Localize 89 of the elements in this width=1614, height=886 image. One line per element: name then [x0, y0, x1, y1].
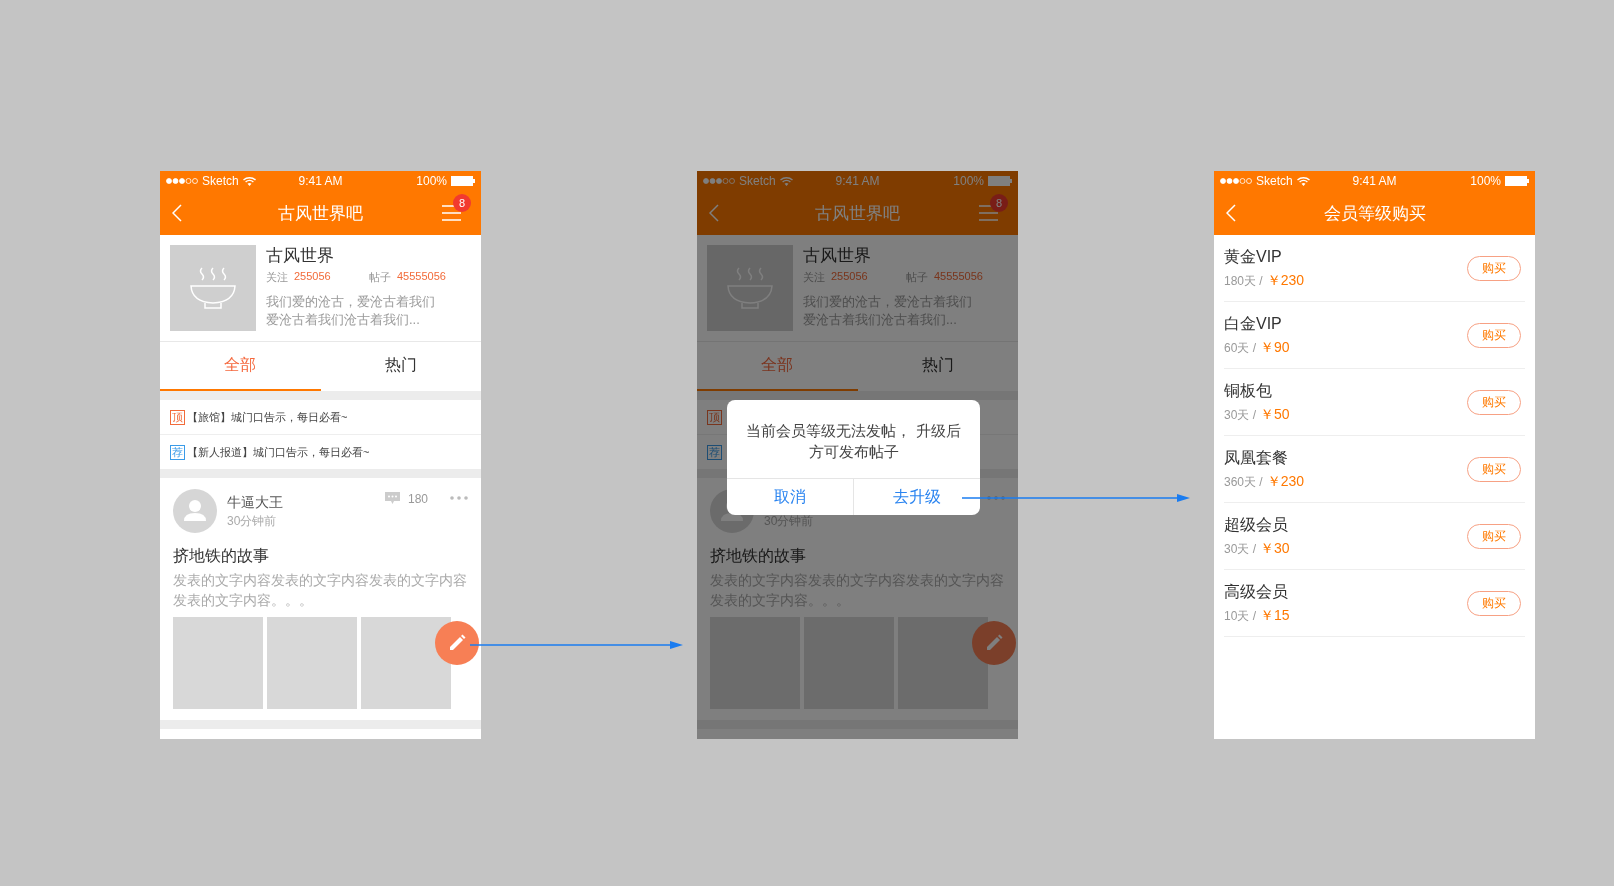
dialog-button[interactable]: 去升级: [853, 479, 980, 515]
battery-icon: [451, 176, 475, 186]
plan-duration: 360天 /: [1224, 473, 1263, 491]
signal-icon: [703, 178, 735, 184]
dialog-message: 当前会员等级无法发帖， 升级后方可发布帖子: [745, 421, 962, 462]
notice-tag: 荐: [707, 444, 722, 460]
plan-duration: 180天 /: [1224, 272, 1263, 290]
battery-percent: 100%: [416, 174, 447, 188]
plan-duration: 60天 /: [1224, 339, 1256, 357]
avatar-icon: [173, 489, 217, 533]
notice-text[interactable]: 【旅馆】城门口告示，每日必看~: [187, 409, 348, 425]
notification-badge: 8: [453, 194, 471, 212]
comment-count: 180: [407, 492, 428, 506]
forum-name: 古风世界: [803, 245, 872, 267]
notice-tag: 顶: [707, 409, 722, 425]
wifi-icon: [1296, 176, 1310, 186]
status-time: 9:41 AM: [1352, 174, 1397, 188]
post-time: 30分钟前: [227, 512, 278, 530]
battery-percent: 100%: [953, 174, 984, 188]
notification-badge: 8: [990, 194, 1008, 212]
battery-icon: [988, 176, 1012, 186]
carrier-name: Sketch: [202, 174, 239, 188]
plan-duration: 30天 /: [1224, 406, 1256, 424]
battery-percent: 100%: [1470, 174, 1501, 188]
tab[interactable]: 全部: [697, 342, 858, 391]
menu-icon[interactable]: [979, 205, 998, 221]
plan-duration: 10天 /: [1224, 607, 1256, 625]
status-time: 9:41 AM: [298, 174, 343, 188]
carrier-name: Sketch: [739, 174, 776, 188]
plan-name: 白金VIP: [1224, 313, 1283, 334]
more-icon[interactable]: [450, 496, 468, 500]
forum-name: 古风世界: [266, 245, 335, 267]
carrier-name: Sketch: [1256, 174, 1293, 188]
tab[interactable]: 热门: [320, 342, 481, 391]
buy-button[interactable]: 购买: [1467, 523, 1521, 549]
pencil-icon: [985, 634, 1003, 652]
comment-icon: [384, 492, 400, 505]
plan-name: 铜板包: [1224, 380, 1273, 401]
plan-price: ￥30: [1260, 539, 1290, 558]
pencil-icon: [448, 634, 466, 652]
status-time: 9:41 AM: [835, 174, 880, 188]
wifi-icon: [779, 176, 793, 186]
notice-text[interactable]: 【新人报道】城门口告示，每日必看~: [187, 444, 370, 460]
post-title: 挤地铁的故事: [710, 546, 807, 566]
follow-label: 关注: [266, 270, 288, 285]
back-icon[interactable]: [1226, 204, 1236, 222]
author-name: 牛逼大王: [227, 493, 283, 512]
buy-button[interactable]: 购买: [1467, 255, 1521, 281]
buy-button[interactable]: 购买: [1467, 590, 1521, 616]
forum-description: 我们爱的沧古，爱沧古着我们爱沧古着我们沧古着我们...: [266, 293, 436, 329]
plan-price: ￥230: [1266, 472, 1305, 491]
post-body: 发表的文字内容发表的文字内容发表的文字内容发表的文字内容。。。: [173, 572, 468, 610]
post-title: 挤地铁的故事: [173, 546, 270, 566]
wifi-icon: [242, 176, 256, 186]
nav-title: 会员等级购买: [1323, 202, 1426, 225]
buy-button[interactable]: 购买: [1467, 389, 1521, 415]
bowl-icon: [190, 266, 236, 310]
dialog-button[interactable]: 取消: [727, 479, 853, 515]
buy-button[interactable]: 购买: [1467, 456, 1521, 482]
bowl-icon: [727, 266, 773, 310]
tab[interactable]: 全部: [160, 342, 321, 391]
follow-count: 255056: [831, 270, 868, 284]
menu-icon[interactable]: [442, 205, 461, 221]
tab[interactable]: 热门: [857, 342, 1018, 391]
plan-price: ￥230: [1266, 271, 1305, 290]
plan-name: 凤凰套餐: [1224, 447, 1289, 468]
follow-count: 255056: [294, 270, 331, 284]
signal-icon: [1220, 178, 1252, 184]
signal-icon: [166, 178, 198, 184]
back-icon[interactable]: [172, 204, 182, 222]
plan-name: 超级会员: [1224, 514, 1289, 535]
plan-duration: 30天 /: [1224, 540, 1256, 558]
notice-tag: 荐: [170, 444, 185, 460]
plan-name: 黄金VIP: [1224, 246, 1283, 267]
notice-tag: 顶: [170, 409, 185, 425]
compose-button[interactable]: [972, 621, 1016, 665]
nav-title: 古风世界吧: [815, 202, 900, 225]
plan-name: 高级会员: [1224, 581, 1289, 602]
posts-count: 45555056: [397, 270, 446, 284]
battery-icon: [1505, 176, 1529, 186]
nav-title: 古风世界吧: [278, 202, 363, 225]
plan-price: ￥90: [1260, 338, 1290, 357]
posts-count: 45555056: [934, 270, 983, 284]
plan-price: ￥50: [1260, 405, 1290, 424]
buy-button[interactable]: 购买: [1467, 322, 1521, 348]
more-icon[interactable]: [987, 496, 1005, 500]
posts-label: 帖子: [369, 270, 391, 285]
back-icon[interactable]: [709, 204, 719, 222]
plan-price: ￥15: [1260, 606, 1290, 625]
